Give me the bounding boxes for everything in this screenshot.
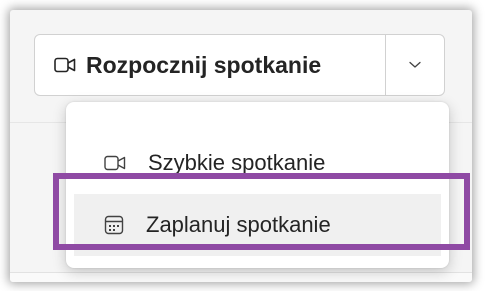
menu-item-schedule-meeting[interactable]: Zaplanuj spotkanie <box>74 194 441 256</box>
menu-item-label: Zaplanuj spotkanie <box>146 212 331 237</box>
video-camera-icon <box>104 155 126 171</box>
start-meeting-split-button: Rozpocznij spotkanie <box>34 34 445 96</box>
video-camera-icon <box>54 57 76 73</box>
start-meeting-dropdown-button[interactable] <box>386 35 444 95</box>
start-meeting-button[interactable]: Rozpocznij spotkanie <box>35 35 385 95</box>
calendar-icon <box>104 215 124 235</box>
content-card-edge <box>10 272 472 282</box>
start-meeting-label: Rozpocznij spotkanie <box>86 51 322 78</box>
menu-item-quick-meeting[interactable]: Szybkie spotkanie <box>74 132 441 194</box>
chevron-down-icon <box>409 61 421 69</box>
app-frame: Rozpocznij spotkanie Szybkie spotkanie Z… <box>10 10 472 282</box>
menu-item-label: Szybkie spotkanie <box>148 150 326 175</box>
meeting-options-menu: Szybkie spotkanie Zaplanuj spotkanie <box>66 102 449 268</box>
